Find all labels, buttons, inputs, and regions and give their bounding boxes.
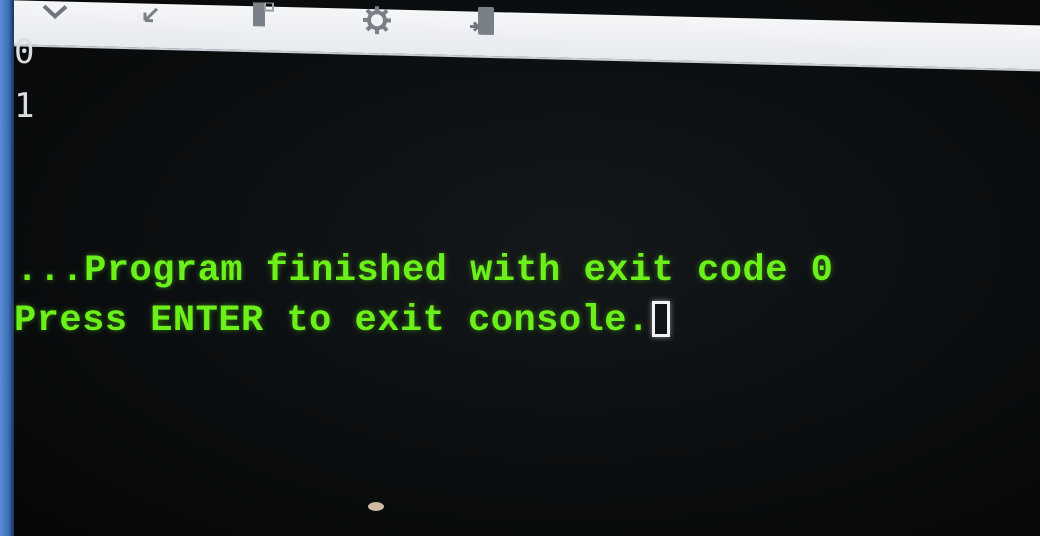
screen: 0 1 ...Program finished with exit code 0… [0, 0, 1040, 536]
step-icon[interactable] [134, 0, 168, 32]
text-cursor[interactable] [651, 301, 670, 337]
prompt-message-text: Press ENTER to exit console. [14, 300, 650, 342]
prompt-message: Press ENTER to exit console. [14, 300, 670, 342]
debug-icon[interactable] [38, 0, 72, 30]
output-line-1: 1 [14, 86, 35, 126]
console-output[interactable]: 0 1 ...Program finished with exit code 0… [14, 32, 1040, 536]
screen-speck [368, 502, 384, 511]
window-left-edge [0, 0, 14, 536]
output-line-0: 0 [14, 32, 35, 72]
finish-message: ...Program finished with exit code 0 [16, 250, 833, 292]
stop-icon[interactable] [246, 0, 280, 35]
finish-message-text: ...Program finished with exit code 0 [16, 250, 834, 292]
